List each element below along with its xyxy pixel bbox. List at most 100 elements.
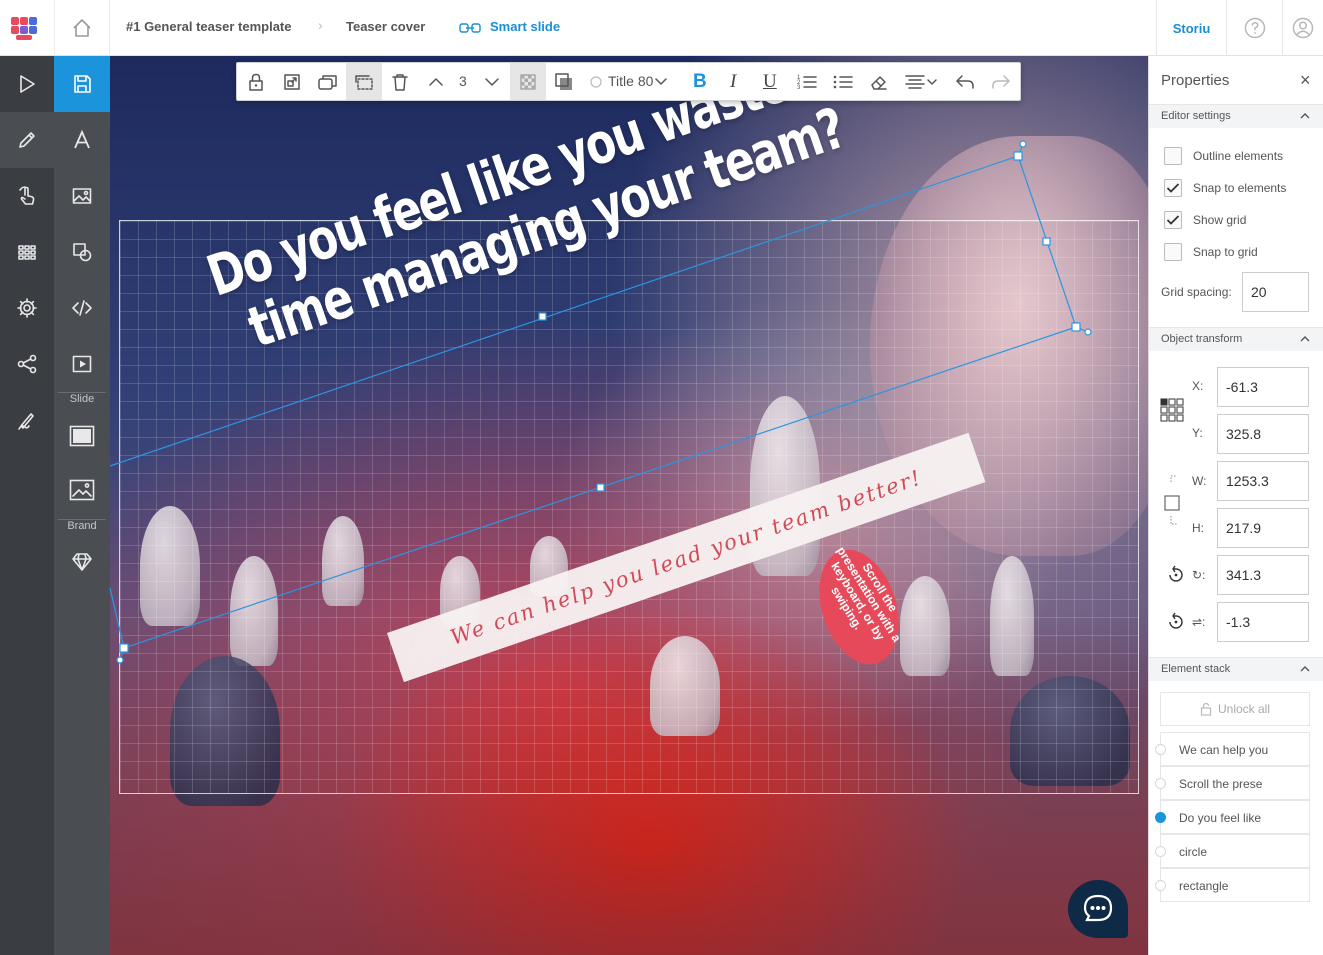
share-button[interactable] (0, 336, 54, 392)
outline-elements-option[interactable]: Outline elements (1149, 144, 1323, 168)
stack-item[interactable]: We can help you (1155, 732, 1310, 766)
help-icon (1244, 17, 1265, 39)
brand-section-label: Brand (67, 520, 97, 532)
link-icon (459, 23, 481, 33)
pencil-icon (19, 132, 35, 148)
properties-panel: Properties × Editor settings Outline ele… (1148, 56, 1323, 955)
brand-menu[interactable]: Storiu (1156, 0, 1226, 56)
numbered-list-button[interactable]: 123 (789, 63, 825, 100)
stack-item-selected[interactable]: Do you feel like (1155, 800, 1310, 834)
stack-item[interactable]: rectangle (1155, 868, 1310, 902)
close-icon[interactable]: × (1300, 70, 1311, 91)
settings-button[interactable] (0, 280, 54, 336)
stack-item[interactable]: Scroll the prese (1155, 766, 1310, 800)
align-button[interactable] (899, 63, 943, 100)
breadcrumb-slide[interactable]: Smart slide (490, 19, 560, 34)
skew-input[interactable]: -1.3 (1217, 602, 1309, 642)
snap-grid-checkbox[interactable] (1164, 243, 1182, 261)
app-logo[interactable] (0, 0, 54, 56)
crop-button[interactable] (274, 63, 310, 100)
checkmark-icon (1166, 215, 1180, 225)
stack-item[interactable]: circle (1155, 834, 1310, 868)
slide-section-label: Slide (69, 393, 95, 405)
unlock-all-button[interactable]: Unlock all (1160, 692, 1310, 726)
grid-icon (18, 245, 36, 260)
add-image-button[interactable] (54, 168, 110, 224)
account-button[interactable] (1282, 0, 1323, 56)
stack-radio[interactable] (1155, 778, 1166, 789)
layer-up-button[interactable] (418, 63, 454, 100)
add-shape-button[interactable] (54, 224, 110, 280)
object-transform-header[interactable]: Object transform (1149, 327, 1323, 351)
slides-overview-button[interactable] (0, 224, 54, 280)
grid-spacing-input[interactable]: 20 (1242, 272, 1309, 312)
breadcrumb-project[interactable]: #1 General teaser template (126, 19, 291, 34)
skew-label: ⇌: (1192, 615, 1206, 629)
anchor-point-icon[interactable] (1159, 397, 1187, 423)
mask-button[interactable] (546, 63, 582, 100)
delete-button[interactable] (382, 63, 418, 100)
add-video-button[interactable] (54, 336, 110, 392)
rotation-input[interactable]: 341.3 (1217, 555, 1309, 595)
group-button[interactable] (346, 63, 382, 100)
underline-button[interactable]: U (763, 71, 777, 93)
slide-background-color-button[interactable] (54, 408, 110, 464)
snap-elements-checkbox[interactable] (1164, 179, 1182, 197)
stack-radio[interactable] (1155, 744, 1166, 755)
home-icon (73, 19, 91, 37)
video-icon (72, 355, 92, 373)
bullet-list-button[interactable] (825, 63, 861, 100)
edit-button[interactable] (0, 112, 54, 168)
snap-elements-option[interactable]: Snap to elements (1149, 176, 1323, 200)
stack-radio[interactable] (1155, 846, 1166, 857)
y-input[interactable]: 325.8 (1217, 414, 1309, 454)
stack-radio[interactable] (1155, 880, 1166, 891)
checkbox-label: Snap to grid (1193, 245, 1258, 259)
grid-spacing-label: Grid spacing: (1161, 285, 1232, 299)
x-input[interactable]: -61.3 (1217, 367, 1309, 407)
add-code-button[interactable] (54, 280, 110, 336)
chat-button[interactable] (1068, 880, 1128, 938)
interactions-button[interactable] (0, 168, 54, 224)
help-button[interactable] (1226, 0, 1282, 56)
text-style-select[interactable]: Title 80 (608, 73, 653, 89)
element-stack-header[interactable]: Element stack (1149, 657, 1323, 681)
skew-reset-icon[interactable] (1166, 612, 1186, 632)
stack-radio-selected[interactable] (1155, 812, 1166, 823)
clear-format-button[interactable] (861, 63, 897, 100)
group-icon (355, 74, 373, 90)
opacity-button[interactable] (510, 63, 546, 100)
home-button[interactable] (54, 0, 110, 56)
show-grid-checkbox[interactable] (1164, 211, 1182, 229)
rotate-reset-icon[interactable] (1166, 565, 1186, 585)
redo-button[interactable] (983, 63, 1019, 100)
lock-button[interactable] (238, 63, 274, 100)
sign-button[interactable] (0, 392, 54, 448)
bold-button[interactable]: B (693, 71, 707, 93)
editor-settings-header[interactable]: Editor settings (1149, 104, 1323, 128)
save-button[interactable] (54, 56, 110, 112)
height-input[interactable]: 217.9 (1217, 508, 1309, 548)
width-input[interactable]: 1253.3 (1217, 461, 1309, 501)
add-text-button[interactable] (54, 112, 110, 168)
brand-button[interactable] (54, 534, 110, 590)
snap-grid-option[interactable]: Snap to grid (1149, 240, 1323, 264)
section-label: Object transform (1161, 333, 1243, 345)
outline-elements-checkbox[interactable] (1164, 147, 1182, 165)
brand-name: Storiu (1172, 20, 1211, 36)
signature-icon (18, 413, 34, 430)
slide-background-image-button[interactable] (54, 462, 110, 518)
layer-index: 3 (459, 73, 467, 89)
stack-item-label: Scroll the prese (1179, 777, 1263, 791)
aspect-lock-icon[interactable] (1163, 470, 1187, 534)
duplicate-button[interactable] (310, 63, 346, 100)
slide-color-icon (69, 425, 95, 447)
italic-button[interactable]: I (730, 71, 736, 93)
undo-button[interactable] (947, 63, 983, 100)
chevron-right-icon: › (318, 17, 323, 33)
touch-icon (19, 186, 35, 205)
show-grid-option[interactable]: Show grid (1149, 208, 1323, 232)
breadcrumb-page[interactable]: Teaser cover (346, 19, 425, 34)
layer-down-button[interactable] (474, 63, 510, 100)
preview-button[interactable] (0, 56, 54, 112)
